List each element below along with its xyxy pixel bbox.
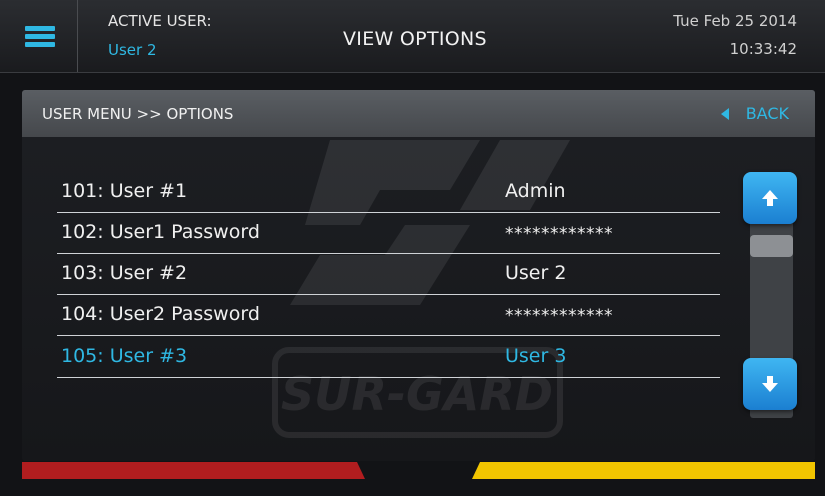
status-bar-red — [22, 462, 365, 479]
back-button[interactable]: BACK — [720, 104, 789, 123]
option-row-101[interactable]: 101: User #1 Admin — [57, 172, 720, 213]
option-value: User 3 — [505, 345, 567, 367]
arrow-up-icon — [762, 190, 778, 206]
scroll-up-button[interactable] — [743, 172, 797, 224]
date-display: Tue Feb 25 2014 — [673, 12, 797, 30]
panel-header: USER MENU >> OPTIONS BACK — [22, 90, 815, 137]
top-bar: ACTIVE USER: User 2 VIEW OPTIONS Tue Feb… — [0, 0, 825, 73]
option-row-103[interactable]: 103: User #2 User 2 — [57, 254, 720, 295]
option-label: 105: User #3 — [61, 345, 188, 367]
back-label: BACK — [745, 104, 789, 123]
scrollbar-thumb[interactable] — [750, 235, 793, 257]
menu-button[interactable] — [0, 0, 78, 72]
option-label: 101: User #1 — [61, 180, 188, 202]
breadcrumb: USER MENU >> OPTIONS — [42, 105, 234, 123]
scroll-down-button[interactable] — [743, 358, 797, 410]
page-title: VIEW OPTIONS — [343, 28, 487, 50]
option-label: 104: User2 Password — [61, 303, 260, 325]
active-user-label: ACTIVE USER: — [108, 12, 212, 30]
option-value: ************ — [505, 224, 613, 244]
option-row-102[interactable]: 102: User1 Password ************ — [57, 213, 720, 254]
option-value: User 2 — [505, 262, 567, 284]
active-user-value: User 2 — [108, 41, 157, 59]
option-label: 102: User1 Password — [61, 221, 260, 243]
arrow-down-icon — [762, 376, 778, 392]
option-row-104[interactable]: 104: User2 Password ************ — [57, 295, 720, 336]
options-panel: USER MENU >> OPTIONS BACK SUR-GARD 101: … — [22, 90, 815, 461]
status-bar-yellow — [472, 462, 815, 479]
triangle-left-icon — [720, 107, 729, 120]
option-label: 103: User #2 — [61, 262, 188, 284]
option-value: Admin — [505, 180, 566, 202]
time-display: 10:33:42 — [729, 40, 797, 58]
option-value: ************ — [505, 306, 613, 326]
option-row-105[interactable]: 105: User #3 User 3 — [57, 337, 720, 378]
